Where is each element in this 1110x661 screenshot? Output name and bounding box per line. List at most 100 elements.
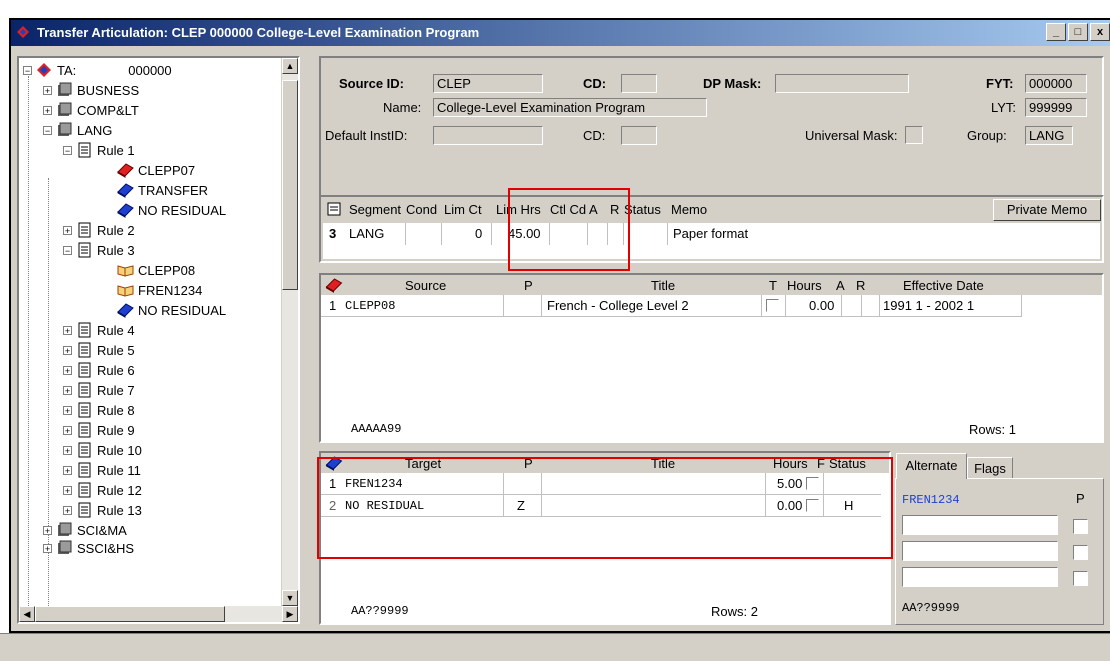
tree-item-no-residual-2[interactable]: NO RESIDUAL <box>117 300 226 320</box>
cd-field[interactable] <box>621 74 657 93</box>
alternate-p-checkbox-2[interactable] <box>1073 545 1088 560</box>
effective-date-value[interactable]: 1991 1 - 2002 1 <box>883 298 974 313</box>
col-memo: Memo <box>671 202 708 217</box>
scroll-thumb[interactable] <box>282 80 298 290</box>
tree-item-rule-10[interactable]: + Rule 10 <box>63 440 142 460</box>
source-grid-header: Source P Title T Hours A R Effective Dat… <box>321 275 1102 295</box>
tree-root-label: TA: <box>57 62 77 78</box>
tree-item-lang[interactable]: − LANG <box>43 120 112 140</box>
tree-item-scima[interactable]: + SCI&MA <box>43 520 127 540</box>
table-row[interactable]: 3 LANG 0 45.00 Paper format <box>323 223 1100 245</box>
collapse-icon[interactable]: − <box>63 245 72 255</box>
expand-icon[interactable]: + <box>63 505 72 515</box>
source-id-field[interactable]: CLEP <box>433 74 543 93</box>
tree-item-rule-5[interactable]: + Rule 5 <box>63 340 135 360</box>
memo-value[interactable]: Paper format <box>673 226 748 241</box>
lim-ct-value[interactable]: 0 <box>475 226 482 241</box>
minimize-button[interactable]: _ <box>1046 23 1066 41</box>
collapse-icon[interactable]: − <box>23 65 32 75</box>
tree-vertical-scrollbar[interactable]: ▲ ▼ <box>281 58 298 606</box>
scroll-right-arrow-icon[interactable]: ▶ <box>282 606 298 622</box>
tree-label: Rule 12 <box>97 482 142 498</box>
default-instid-field[interactable] <box>433 126 543 145</box>
t-checkbox[interactable] <box>766 299 779 312</box>
tree-item-rule-2[interactable]: + Rule 2 <box>63 220 135 240</box>
tree-item-rule-8[interactable]: + Rule 8 <box>63 400 135 420</box>
col-t: T <box>769 278 777 293</box>
tree-root[interactable]: − TA: 000000 <box>23 60 172 80</box>
tree-item-rule-1[interactable]: − Rule 1 <box>63 140 135 160</box>
tree-view[interactable]: − TA: 000000 + BUSNESS + COMP&LT − LANG … <box>17 56 300 624</box>
tree-item-rule-11[interactable]: + Rule 11 <box>63 460 141 480</box>
source-value[interactable]: CLEPP08 <box>345 299 395 313</box>
rule-icon <box>78 142 91 158</box>
expand-icon[interactable]: + <box>63 405 72 415</box>
tab-flags[interactable]: Flags <box>967 457 1013 479</box>
scroll-up-arrow-icon[interactable]: ▲ <box>282 58 298 74</box>
collapse-icon[interactable]: − <box>43 125 52 135</box>
tree-label: Rule 7 <box>97 382 135 398</box>
expand-icon[interactable]: + <box>63 425 72 435</box>
expand-icon[interactable]: + <box>43 543 52 553</box>
collapse-icon[interactable]: − <box>63 145 72 155</box>
tree-item-fren1234[interactable]: FREN1234 <box>117 280 202 300</box>
expand-icon[interactable]: + <box>63 445 72 455</box>
expand-icon[interactable]: + <box>63 465 72 475</box>
tree-item-sscihs[interactable]: + SSCI&HS <box>43 538 134 558</box>
tree-item-rule-9[interactable]: + Rule 9 <box>63 420 135 440</box>
cd2-field[interactable] <box>621 126 657 145</box>
tree-item-rule-13[interactable]: + Rule 13 <box>63 500 142 520</box>
title-value[interactable]: French - College Level 2 <box>547 298 689 313</box>
tree-item-clepp07[interactable]: CLEPP07 <box>117 160 195 180</box>
expand-icon[interactable]: + <box>63 325 72 335</box>
expand-icon[interactable]: + <box>63 365 72 375</box>
private-memo-button[interactable]: Private Memo <box>993 199 1101 221</box>
alternate-field-1[interactable] <box>902 515 1058 535</box>
tree-label: CLEPP08 <box>138 262 196 278</box>
tree-horizontal-scrollbar[interactable]: ◀ ▶ <box>19 606 298 622</box>
tree-item-complt[interactable]: + COMP&LT <box>43 100 139 120</box>
alternate-p-checkbox-1[interactable] <box>1073 519 1088 534</box>
tree-label: FREN1234 <box>138 282 203 298</box>
table-row[interactable]: 1 CLEPP08 French - College Level 2 0.00 … <box>321 295 1102 317</box>
expand-icon[interactable]: + <box>63 345 72 355</box>
target-mask: AA??9999 <box>351 604 409 618</box>
name-field[interactable]: College-Level Examination Program <box>433 98 707 117</box>
tree-item-rule-6[interactable]: + Rule 6 <box>63 360 135 380</box>
fyt-field[interactable]: 000000 <box>1025 74 1087 93</box>
alternate-value[interactable]: FREN1234 <box>902 493 960 507</box>
alternate-p-checkbox-3[interactable] <box>1073 571 1088 586</box>
alternate-field-3[interactable] <box>902 567 1058 587</box>
title-bar[interactable]: Transfer Articulation: CLEP 000000 Colle… <box>11 20 1110 46</box>
col-title: Title <box>651 278 676 293</box>
expand-icon[interactable]: + <box>63 225 72 235</box>
group-icon <box>58 122 72 136</box>
expand-icon[interactable]: + <box>43 105 52 115</box>
scroll-thumb-horizontal[interactable] <box>35 606 225 622</box>
expand-icon[interactable]: + <box>43 525 52 535</box>
dp-mask-field[interactable] <box>775 74 909 93</box>
tree-item-no-residual[interactable]: NO RESIDUAL <box>117 200 226 220</box>
tree-item-rule-4[interactable]: + Rule 4 <box>63 320 135 340</box>
tree-item-rule-7[interactable]: + Rule 7 <box>63 380 135 400</box>
scroll-left-arrow-icon[interactable]: ◀ <box>19 606 35 622</box>
scroll-down-arrow-icon[interactable]: ▼ <box>282 590 298 606</box>
close-button[interactable]: x <box>1090 23 1110 41</box>
hours-value[interactable]: 0.00 <box>809 298 834 313</box>
tree-item-clepp08[interactable]: CLEPP08 <box>117 260 195 280</box>
tab-alternate[interactable]: Alternate <box>896 453 967 479</box>
group-icon <box>58 540 72 554</box>
expand-icon[interactable]: + <box>63 385 72 395</box>
universal-mask-checkbox[interactable] <box>905 126 923 144</box>
group-field[interactable]: LANG <box>1025 126 1073 145</box>
tree-item-transfer[interactable]: TRANSFER <box>117 180 208 200</box>
tree-item-rule-12[interactable]: + Rule 12 <box>63 480 142 500</box>
lyt-field[interactable]: 999999 <box>1025 98 1087 117</box>
segment-value[interactable]: LANG <box>349 226 384 241</box>
expand-icon[interactable]: + <box>43 85 52 95</box>
maximize-button[interactable]: □ <box>1068 23 1088 41</box>
tree-item-busness[interactable]: + BUSNESS <box>43 80 139 100</box>
alternate-field-2[interactable] <box>902 541 1058 561</box>
expand-icon[interactable]: + <box>63 485 72 495</box>
tree-item-rule-3[interactable]: − Rule 3 <box>63 240 135 260</box>
